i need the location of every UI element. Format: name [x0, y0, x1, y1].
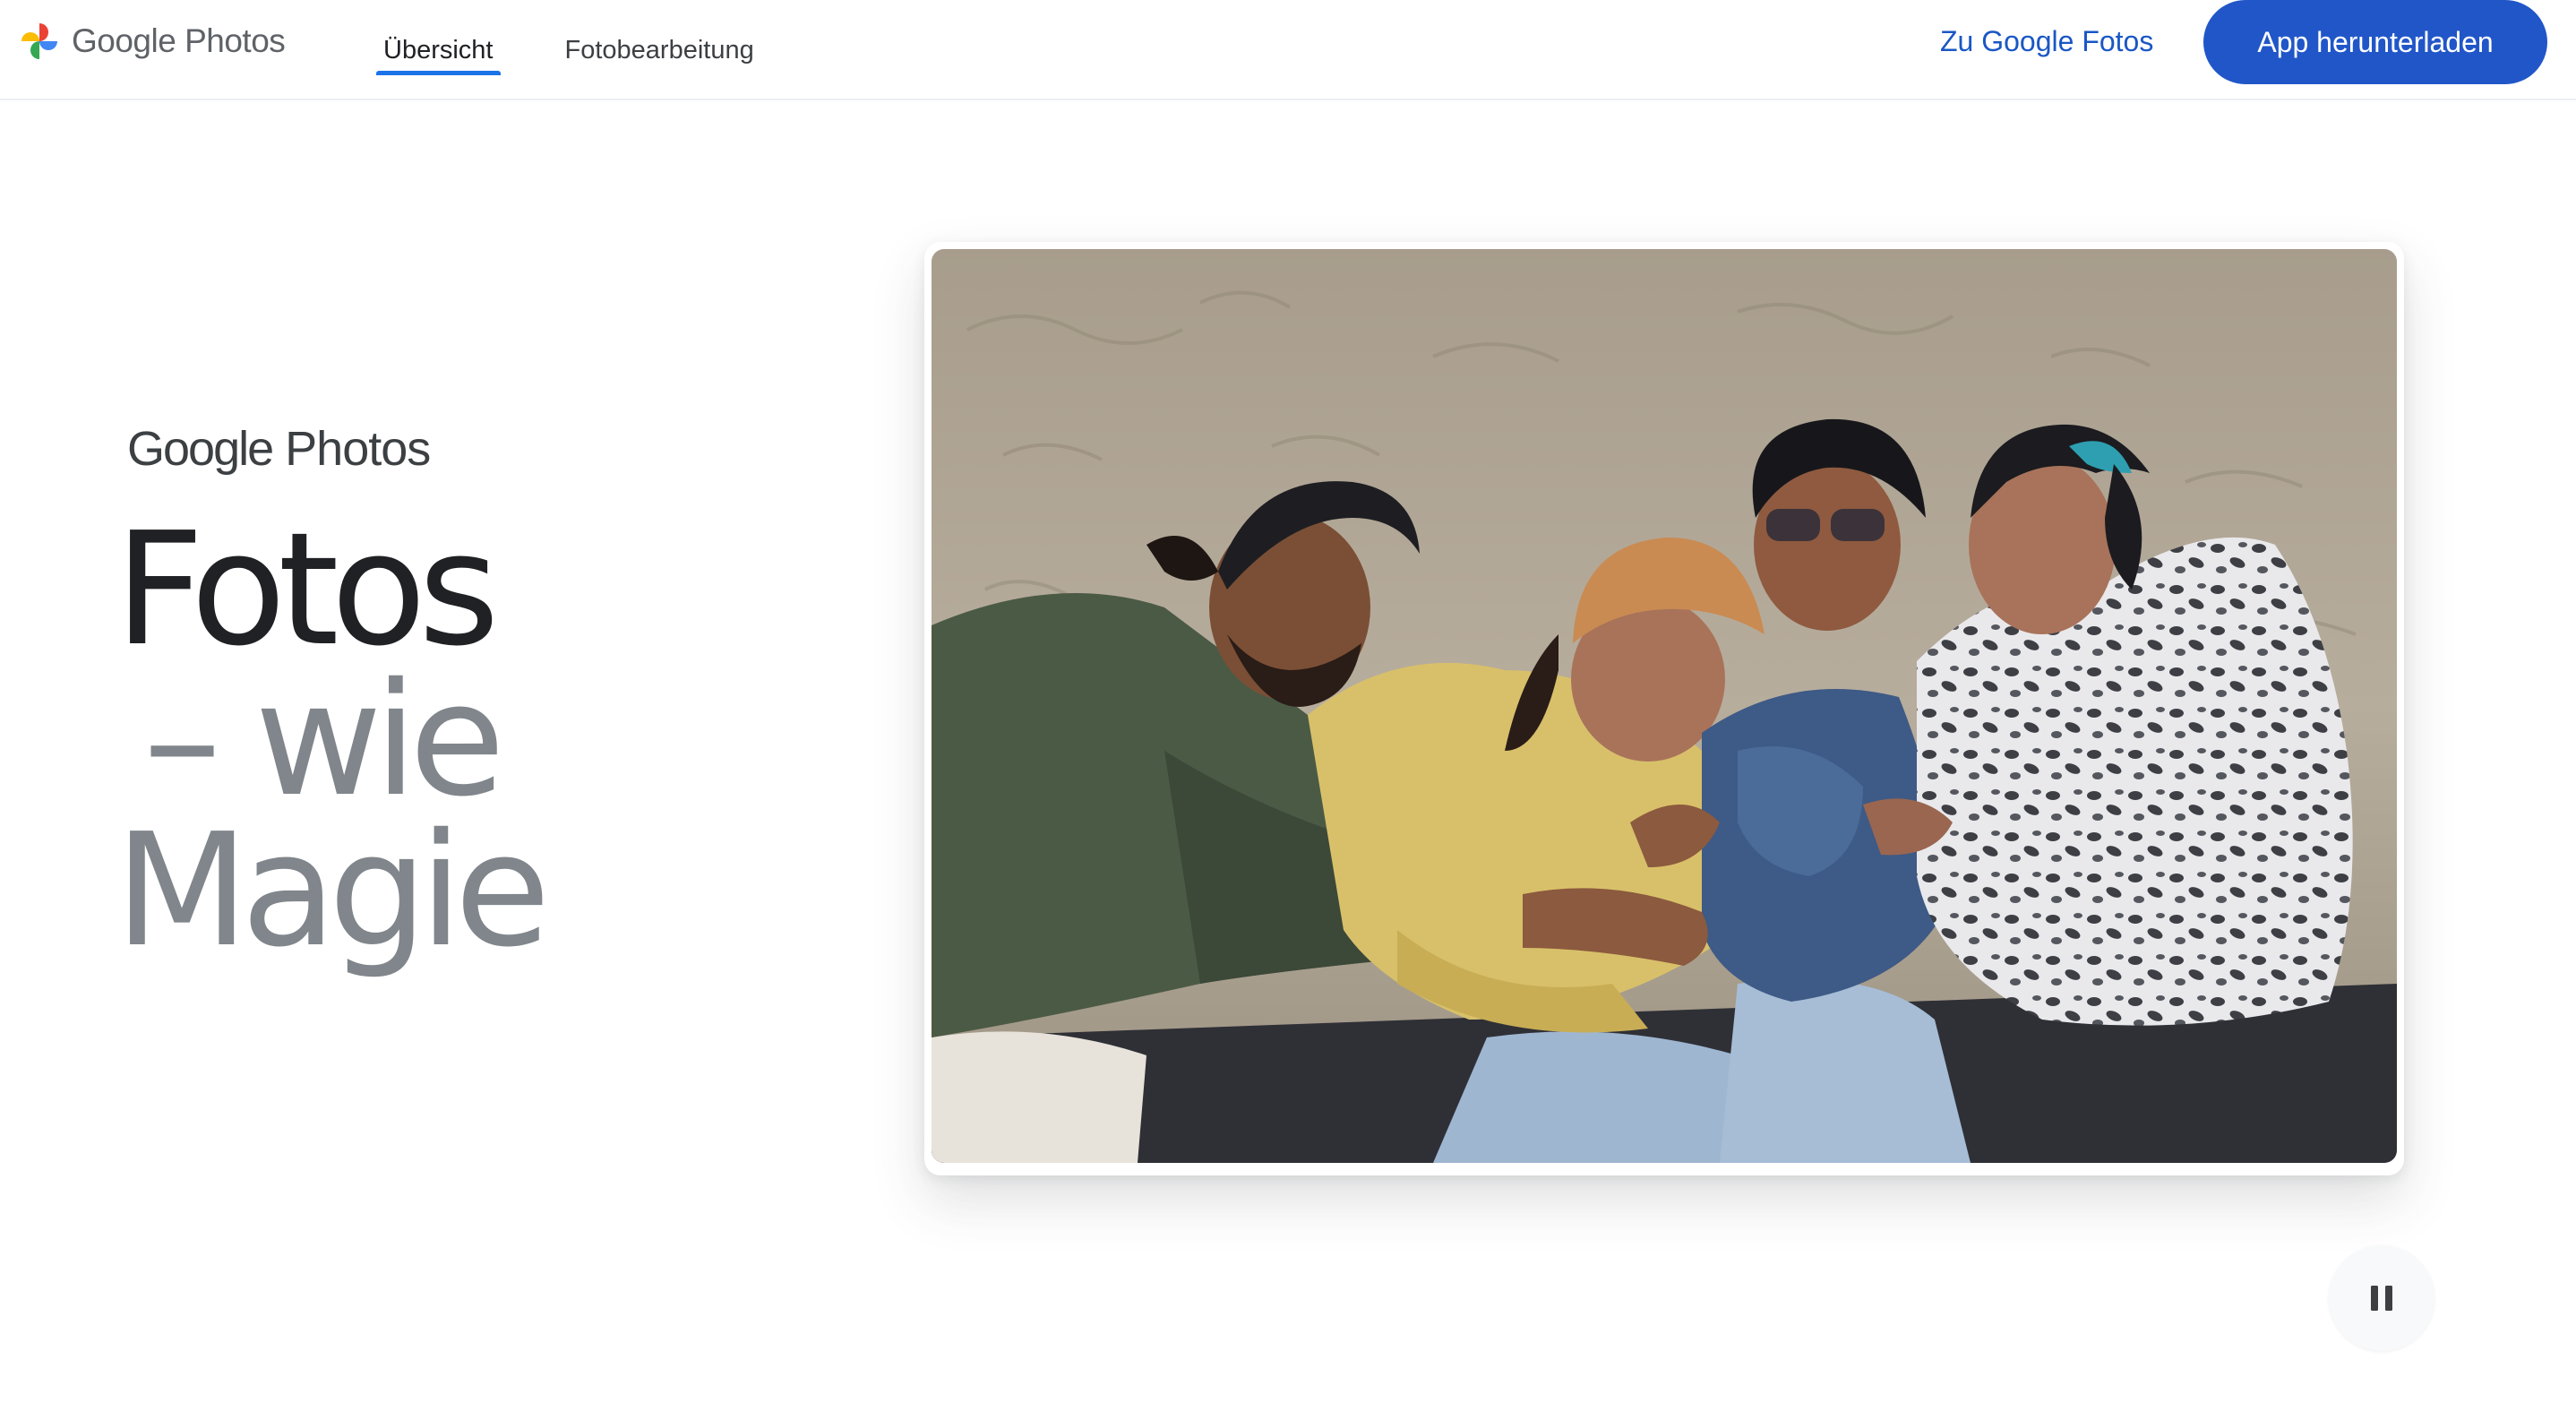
hero-headline: Fotos – wie Magie [115, 499, 551, 982]
pause-slideshow-button[interactable] [2329, 1245, 2434, 1351]
tab-photo-editing[interactable]: Fotobearbeitung [558, 0, 761, 100]
brand-product-word: Photos [185, 22, 286, 59]
hero-logo-google-word: Google [127, 422, 274, 476]
google-photos-pinwheel-icon [21, 23, 57, 59]
tab-overview[interactable]: Übersicht [376, 0, 501, 100]
section-tabs: Übersicht Fotobearbeitung [376, 0, 761, 100]
top-navigation-bar: Google Photos Übersicht Fotobearbeitung … [0, 0, 2576, 100]
go-to-google-photos-link[interactable]: Zu Google Fotos [1940, 20, 2153, 63]
hero-photo-card [924, 242, 2404, 1175]
group-photo-on-beach [932, 249, 2397, 1163]
brand-google-word: Google [72, 22, 176, 59]
headline-line-2: – wie [143, 650, 505, 831]
google-photos-logo-link[interactable]: Google Photos [18, 16, 286, 66]
download-app-button[interactable]: App herunterladen [2203, 0, 2547, 84]
pause-icon [2371, 1286, 2392, 1311]
hero-google-photos-logo: Google Photos [127, 421, 431, 477]
hero-logo-product-word: Photos [285, 422, 431, 476]
headline-line-1: Fotos [115, 499, 500, 681]
headline-line-3: Magie [115, 800, 551, 982]
brand-wordmark: Google Photos [72, 22, 286, 60]
